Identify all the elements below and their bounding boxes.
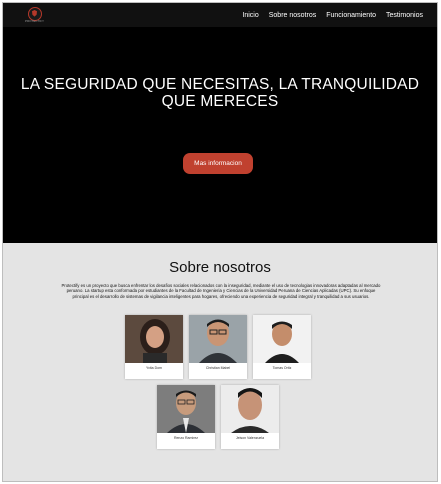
team-photo <box>189 315 247 363</box>
about-description: Protectify es un proyecto que busca enfr… <box>61 283 381 299</box>
team-member-name: Yvita Dom <box>146 366 162 370</box>
team-photo <box>125 315 183 363</box>
team-member-name: Tomas Ortiz <box>272 366 292 370</box>
person-photo-icon <box>189 315 247 363</box>
logo-text: PROTECTIFY <box>25 19 45 23</box>
team-photo <box>157 385 215 433</box>
team-member-name: Jeison Valenzuela <box>235 436 265 440</box>
person-photo-icon <box>157 385 215 433</box>
team-card: Tomas Ortiz <box>253 315 311 379</box>
team-photo <box>253 315 311 363</box>
nav-link-funcionamiento[interactable]: Funcionamiento <box>326 12 376 19</box>
hero-section: LA SEGURIDAD QUE NECESITAS, LA TRANQUILI… <box>3 27 437 243</box>
mas-informacion-button[interactable]: Mas informacion <box>183 153 253 174</box>
nav-link-sobre-nosotros[interactable]: Sobre nosotros <box>269 12 316 19</box>
team-photo <box>221 385 279 433</box>
person-photo-icon <box>125 315 183 363</box>
about-title: Sobre nosotros <box>169 259 271 276</box>
browser-page: PROTECTIFY Inicio Sobre nosotros Funcion… <box>2 2 438 482</box>
team-card: Christian Mabel <box>189 315 247 379</box>
person-photo-icon <box>221 385 279 433</box>
team-card: Renzo Ramirez <box>157 385 215 449</box>
nav-link-testimonios[interactable]: Testimonios <box>386 12 423 19</box>
hero-title: LA SEGURIDAD QUE NECESITAS, LA TRANQUILI… <box>20 76 420 110</box>
navbar: PROTECTIFY Inicio Sobre nosotros Funcion… <box>3 3 437 27</box>
about-section: Sobre nosotros Protectify es un proyecto… <box>3 243 437 481</box>
team-card: Yvita Dom <box>125 315 183 379</box>
nav-links: Inicio Sobre nosotros Funcionamiento Tes… <box>242 3 423 27</box>
nav-link-inicio[interactable]: Inicio <box>242 12 258 19</box>
team-member-name: Renzo Ramirez <box>173 436 199 440</box>
shield-icon <box>32 10 37 17</box>
team-card: Jeison Valenzuela <box>221 385 279 449</box>
team-member-name: Christian Mabel <box>205 366 231 370</box>
person-photo-icon <box>253 315 311 363</box>
